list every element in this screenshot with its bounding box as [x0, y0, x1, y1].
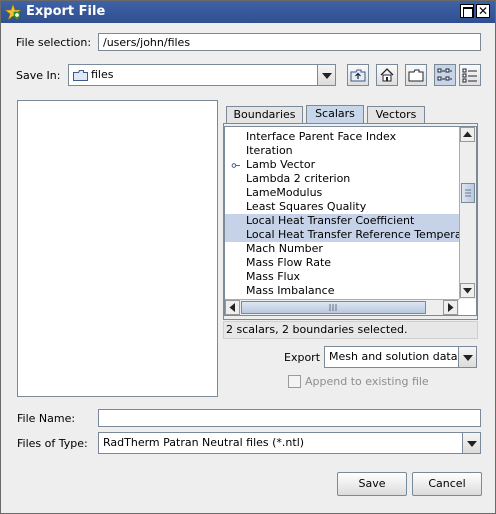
export-file-dialog: Export File ✕ File selection: /users/joh…: [0, 0, 496, 514]
list-item[interactable]: Mass Flux: [225, 270, 460, 284]
export-label: Export: [284, 351, 321, 364]
details-view-icon: [462, 68, 477, 83]
save-in-combo[interactable]: files: [68, 64, 336, 86]
list-view-icon: [437, 68, 452, 81]
grip-icon: [329, 304, 337, 311]
home-icon: [380, 68, 394, 82]
vertical-scroll-thumb[interactable]: [461, 183, 475, 203]
export-combo[interactable]: Mesh and solution data: [324, 346, 477, 368]
list-item-label: LameModulus: [246, 186, 323, 199]
scroll-left-button[interactable]: [225, 300, 240, 315]
scroll-up-button[interactable]: [460, 127, 475, 142]
files-of-type-label: Files of Type:: [17, 437, 88, 450]
list-item-label: Mass Flux: [246, 270, 301, 283]
maximize-button[interactable]: [460, 4, 474, 18]
file-selection-label: File selection:: [16, 36, 92, 49]
save-in-label: Save In:: [16, 69, 61, 82]
file-name-label: File Name:: [17, 412, 76, 425]
arrow-down-icon: [463, 288, 472, 294]
list-item-label: Mass Flow Rate: [246, 256, 332, 269]
list-item[interactable]: Iteration: [225, 144, 460, 158]
chevron-down-icon[interactable]: [458, 347, 476, 367]
list-item[interactable]: Mass Imbalance: [225, 284, 460, 298]
append-label: Append to existing file: [305, 375, 429, 388]
list-item[interactable]: Local Heat Transfer Coefficient: [225, 214, 460, 228]
vector-icon: [231, 163, 240, 168]
selection-status: 2 scalars, 2 boundaries selected.: [223, 321, 478, 339]
list-item[interactable]: Mass Flow Rate: [225, 256, 460, 270]
file-name-field[interactable]: [98, 409, 481, 427]
scroll-right-button[interactable]: [443, 300, 458, 315]
cancel-button[interactable]: Cancel: [412, 472, 482, 496]
list-item-label: Iteration: [246, 144, 293, 157]
horizontal-scroll-thumb[interactable]: [241, 301, 426, 314]
save-button[interactable]: Save: [337, 472, 407, 496]
tab-scalars[interactable]: Scalars: [306, 105, 364, 124]
star-app-icon: [5, 4, 21, 20]
close-button[interactable]: ✕: [476, 4, 490, 18]
list-item-label: Local Heat Transfer Coefficient: [246, 214, 415, 227]
list-item-label: Least Squares Quality: [246, 200, 367, 213]
up-one-level-icon: [350, 69, 366, 82]
save-in-value: files: [91, 68, 114, 81]
vertical-scrollbar[interactable]: [459, 127, 476, 299]
list-item-label: Mach Number: [246, 242, 323, 255]
arrow-right-icon: [448, 303, 454, 312]
list-item[interactable]: LameModulus: [225, 186, 460, 200]
tab-vectors[interactable]: Vectors: [367, 106, 425, 124]
list-item-label: Interface Parent Face Index: [246, 130, 397, 143]
new-folder-button[interactable]: [405, 64, 427, 86]
arrow-up-icon: [463, 131, 472, 137]
list-item[interactable]: Least Squares Quality: [225, 200, 460, 214]
title-bar[interactable]: Export File ✕: [1, 1, 495, 23]
folder-icon: [73, 70, 88, 81]
up-one-level-button[interactable]: [347, 64, 369, 86]
list-item-label: Local Heat Transfer Reference Temperatur…: [246, 228, 460, 241]
scroll-down-button[interactable]: [460, 283, 475, 298]
new-folder-icon: [408, 69, 424, 82]
files-of-type-value: RadTherm Patran Neutral files (*.ntl): [103, 436, 305, 449]
files-of-type-combo[interactable]: RadTherm Patran Neutral files (*.ntl): [98, 432, 481, 454]
list-item[interactable]: Local Heat Transfer Reference Temperatur…: [225, 228, 460, 242]
scalars-list[interactable]: Interface Parent Face Index Iteration Lamb…: [224, 126, 477, 316]
list-item[interactable]: Mach Number: [225, 242, 460, 256]
list-view-button[interactable]: [434, 64, 456, 86]
list-item-label: Lamb Vector: [246, 158, 316, 171]
details-view-button[interactable]: [459, 64, 481, 86]
window-title: Export File: [26, 4, 106, 19]
horizontal-scrollbar[interactable]: [225, 299, 459, 315]
home-button[interactable]: [376, 64, 398, 86]
list-item[interactable]: Lamb Vector: [225, 158, 460, 172]
chevron-down-icon[interactable]: [317, 65, 335, 85]
list-item[interactable]: Lambda 2 criterion: [225, 172, 460, 186]
append-checkbox[interactable]: [288, 375, 301, 388]
list-item-label: Mass Imbalance: [246, 284, 335, 297]
chevron-down-icon[interactable]: [462, 433, 480, 453]
grip-icon: [465, 189, 471, 197]
arrow-left-icon: [229, 303, 235, 312]
tab-boundaries[interactable]: Boundaries: [226, 106, 303, 124]
file-list-panel[interactable]: [17, 100, 218, 397]
export-value: Mesh and solution data: [329, 350, 458, 363]
list-item-label: Lambda 2 criterion: [246, 172, 351, 185]
file-selection-field[interactable]: /users/john/files: [98, 33, 481, 51]
list-item[interactable]: Interface Parent Face Index: [225, 130, 460, 144]
